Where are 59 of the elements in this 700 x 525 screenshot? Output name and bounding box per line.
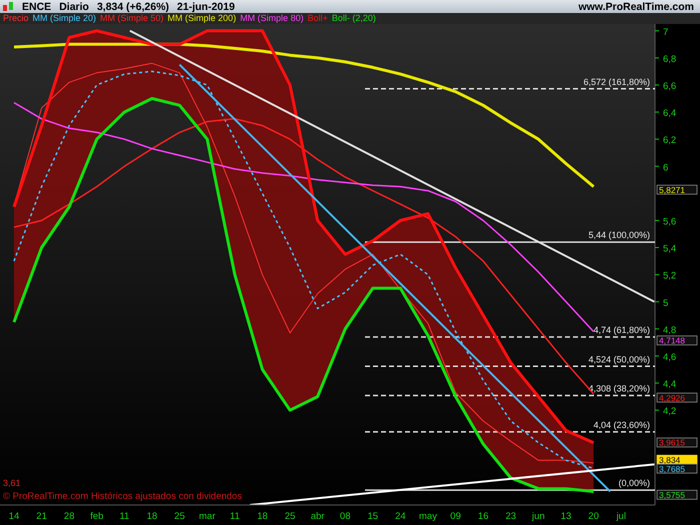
x-axis-label: 11 bbox=[119, 511, 130, 522]
legend-item: MM (Simple 50) bbox=[100, 13, 164, 24]
x-axis-label: 20 bbox=[588, 511, 599, 522]
legend-item: Boll- (2,20) bbox=[332, 13, 376, 24]
quote-label: 3,834 (+6,26%) bbox=[96, 0, 170, 12]
price-tag: 3,9615 bbox=[656, 438, 698, 448]
x-axis-label: 18 bbox=[146, 511, 158, 522]
x-axis-label: 14 bbox=[8, 511, 20, 522]
y-axis-label: 6,4 bbox=[663, 108, 676, 120]
date-label: 21-jun-2019 bbox=[177, 0, 235, 12]
price-tag: 4,7148 bbox=[656, 336, 698, 346]
x-axis-label: 23 bbox=[506, 511, 516, 522]
x-axis-label: abr bbox=[310, 511, 324, 522]
x-axis-label: 18 bbox=[257, 511, 268, 522]
y-axis-label: 7 bbox=[663, 26, 668, 38]
period-label: Diario bbox=[59, 0, 89, 12]
website-label: www.ProRealTime.com bbox=[578, 0, 694, 12]
y-axis-label: 5,2 bbox=[663, 270, 676, 282]
x-axis-label: 11 bbox=[230, 511, 240, 522]
candlestick-icon bbox=[2, 1, 14, 12]
price-tag: 4,2926 bbox=[656, 392, 698, 403]
legend-item: MM (Simple 20) bbox=[32, 13, 96, 24]
low-value-label: 3,61 bbox=[3, 478, 21, 488]
x-axis-label: 28 bbox=[64, 511, 74, 522]
x-axis-label: feb bbox=[90, 511, 104, 522]
x-axis-label: jun bbox=[532, 511, 545, 522]
price-tag: 3,7685 bbox=[656, 464, 698, 474]
y-axis-label: 6 bbox=[663, 162, 668, 174]
y-axis-label: 4,4 bbox=[663, 379, 676, 390]
x-axis-label: 15 bbox=[368, 511, 378, 522]
x-axis-label: 13 bbox=[560, 511, 572, 522]
price-tag: 3,834 bbox=[656, 454, 698, 465]
x-axis-label: 21 bbox=[36, 511, 47, 522]
x-axis-label: 08 bbox=[340, 511, 350, 522]
y-axis-label: 5,6 bbox=[663, 216, 676, 228]
x-axis-label: jul bbox=[616, 511, 626, 522]
legend-item: MM (Simple 200) bbox=[168, 13, 236, 24]
x-axis-label: 24 bbox=[395, 511, 406, 522]
y-axis-label: 6,6 bbox=[663, 80, 676, 92]
price-tag: 5,8271 bbox=[656, 184, 698, 195]
legend-item: Boll+ bbox=[308, 13, 328, 24]
symbol-label: ENCE bbox=[22, 0, 52, 12]
y-axis-label: 4,8 bbox=[663, 324, 676, 336]
price-tag: 3,5755 bbox=[656, 490, 698, 500]
legend-item: Precio bbox=[3, 13, 29, 24]
y-axis-label: 6,2 bbox=[663, 135, 676, 146]
y-axis-label: 6,8 bbox=[663, 54, 676, 65]
x-axis-label: 25 bbox=[284, 511, 296, 522]
y-axis-label: 5 bbox=[663, 298, 668, 309]
y-axis-label: 5,4 bbox=[663, 244, 676, 255]
x-axis-label: 25 bbox=[174, 511, 185, 522]
y-axis-label: 4,6 bbox=[663, 352, 676, 363]
y-axis-label: 4,2 bbox=[663, 406, 676, 418]
x-axis-label: 09 bbox=[450, 511, 461, 522]
x-axis-label: mar bbox=[199, 511, 216, 522]
legend-item: MM (Simple 80) bbox=[240, 13, 304, 24]
x-axis-label: 16 bbox=[478, 511, 488, 522]
x-axis-label: may bbox=[419, 511, 437, 522]
copyright-note: © ProRealTime.com Históricos ajustados con dividendos bbox=[3, 491, 242, 502]
